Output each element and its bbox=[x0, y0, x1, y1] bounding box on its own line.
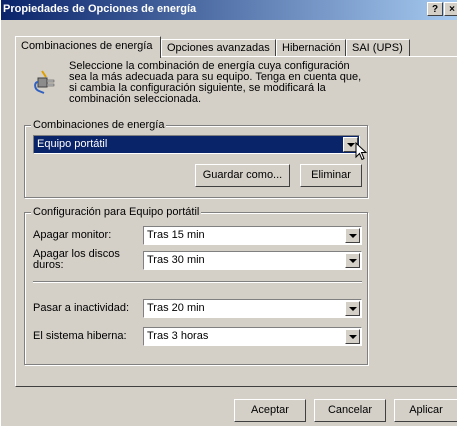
power-schemes-group-label: Combinaciones de energía bbox=[31, 119, 167, 131]
delete-button[interactable]: Eliminar bbox=[300, 164, 362, 187]
power-plug-icon bbox=[32, 69, 60, 95]
intro-text: Seleccione la combinación de energía cuy… bbox=[69, 60, 362, 105]
tab-advanced[interactable]: Opciones avanzadas bbox=[161, 39, 276, 57]
hibernate-label: El sistema hiberna: bbox=[33, 330, 127, 342]
monitor-select[interactable]: Tras 15 min bbox=[143, 226, 362, 245]
power-options-dialog: Propiedades de Opciones de energía ? × C… bbox=[0, 0, 457, 426]
cancel-button[interactable]: Cancelar bbox=[314, 399, 386, 422]
power-scheme-value: Equipo portátil bbox=[37, 138, 108, 150]
mouse-cursor-icon bbox=[355, 141, 369, 162]
ok-button[interactable]: Aceptar bbox=[234, 399, 306, 422]
hibernate-select[interactable]: Tras 3 horas bbox=[143, 327, 362, 346]
power-scheme-select[interactable]: Equipo portátil bbox=[33, 135, 360, 154]
chevron-down-icon[interactable] bbox=[345, 228, 360, 243]
monitor-label: Apagar monitor: bbox=[33, 229, 112, 241]
settings-group-label: Configuración para Equipo portátil bbox=[31, 206, 202, 218]
tab-power-schemes[interactable]: Combinaciones de energía bbox=[15, 36, 161, 58]
disks-select[interactable]: Tras 30 min bbox=[143, 251, 362, 270]
hibernate-value: Tras 3 horas bbox=[147, 330, 209, 342]
chevron-down-icon[interactable] bbox=[345, 253, 360, 268]
close-button[interactable]: × bbox=[444, 2, 457, 16]
apply-button[interactable]: Aplicar bbox=[394, 399, 457, 422]
tab-ups[interactable]: SAI (UPS) bbox=[346, 39, 410, 57]
window-title: Propiedades de Opciones de energía bbox=[3, 3, 197, 15]
monitor-value: Tras 15 min bbox=[147, 229, 205, 241]
chevron-down-icon[interactable] bbox=[345, 329, 360, 344]
settings-separator bbox=[33, 281, 362, 283]
tab-panel: Seleccione la combinación de energía cuy… bbox=[15, 56, 457, 387]
title-bar[interactable]: Propiedades de Opciones de energía ? × bbox=[1, 0, 457, 20]
standby-select[interactable]: Tras 20 min bbox=[143, 299, 362, 318]
save-as-button[interactable]: Guardar como... bbox=[195, 164, 290, 187]
standby-value: Tras 20 min bbox=[147, 302, 205, 314]
tab-hibernate[interactable]: Hibernación bbox=[276, 39, 346, 57]
standby-label: Pasar a inactividad: bbox=[33, 302, 129, 314]
chevron-down-icon[interactable] bbox=[345, 301, 360, 316]
disks-value: Tras 30 min bbox=[147, 254, 205, 266]
help-button[interactable]: ? bbox=[427, 2, 443, 16]
disks-label: Apagar los discos duros: bbox=[33, 248, 120, 271]
